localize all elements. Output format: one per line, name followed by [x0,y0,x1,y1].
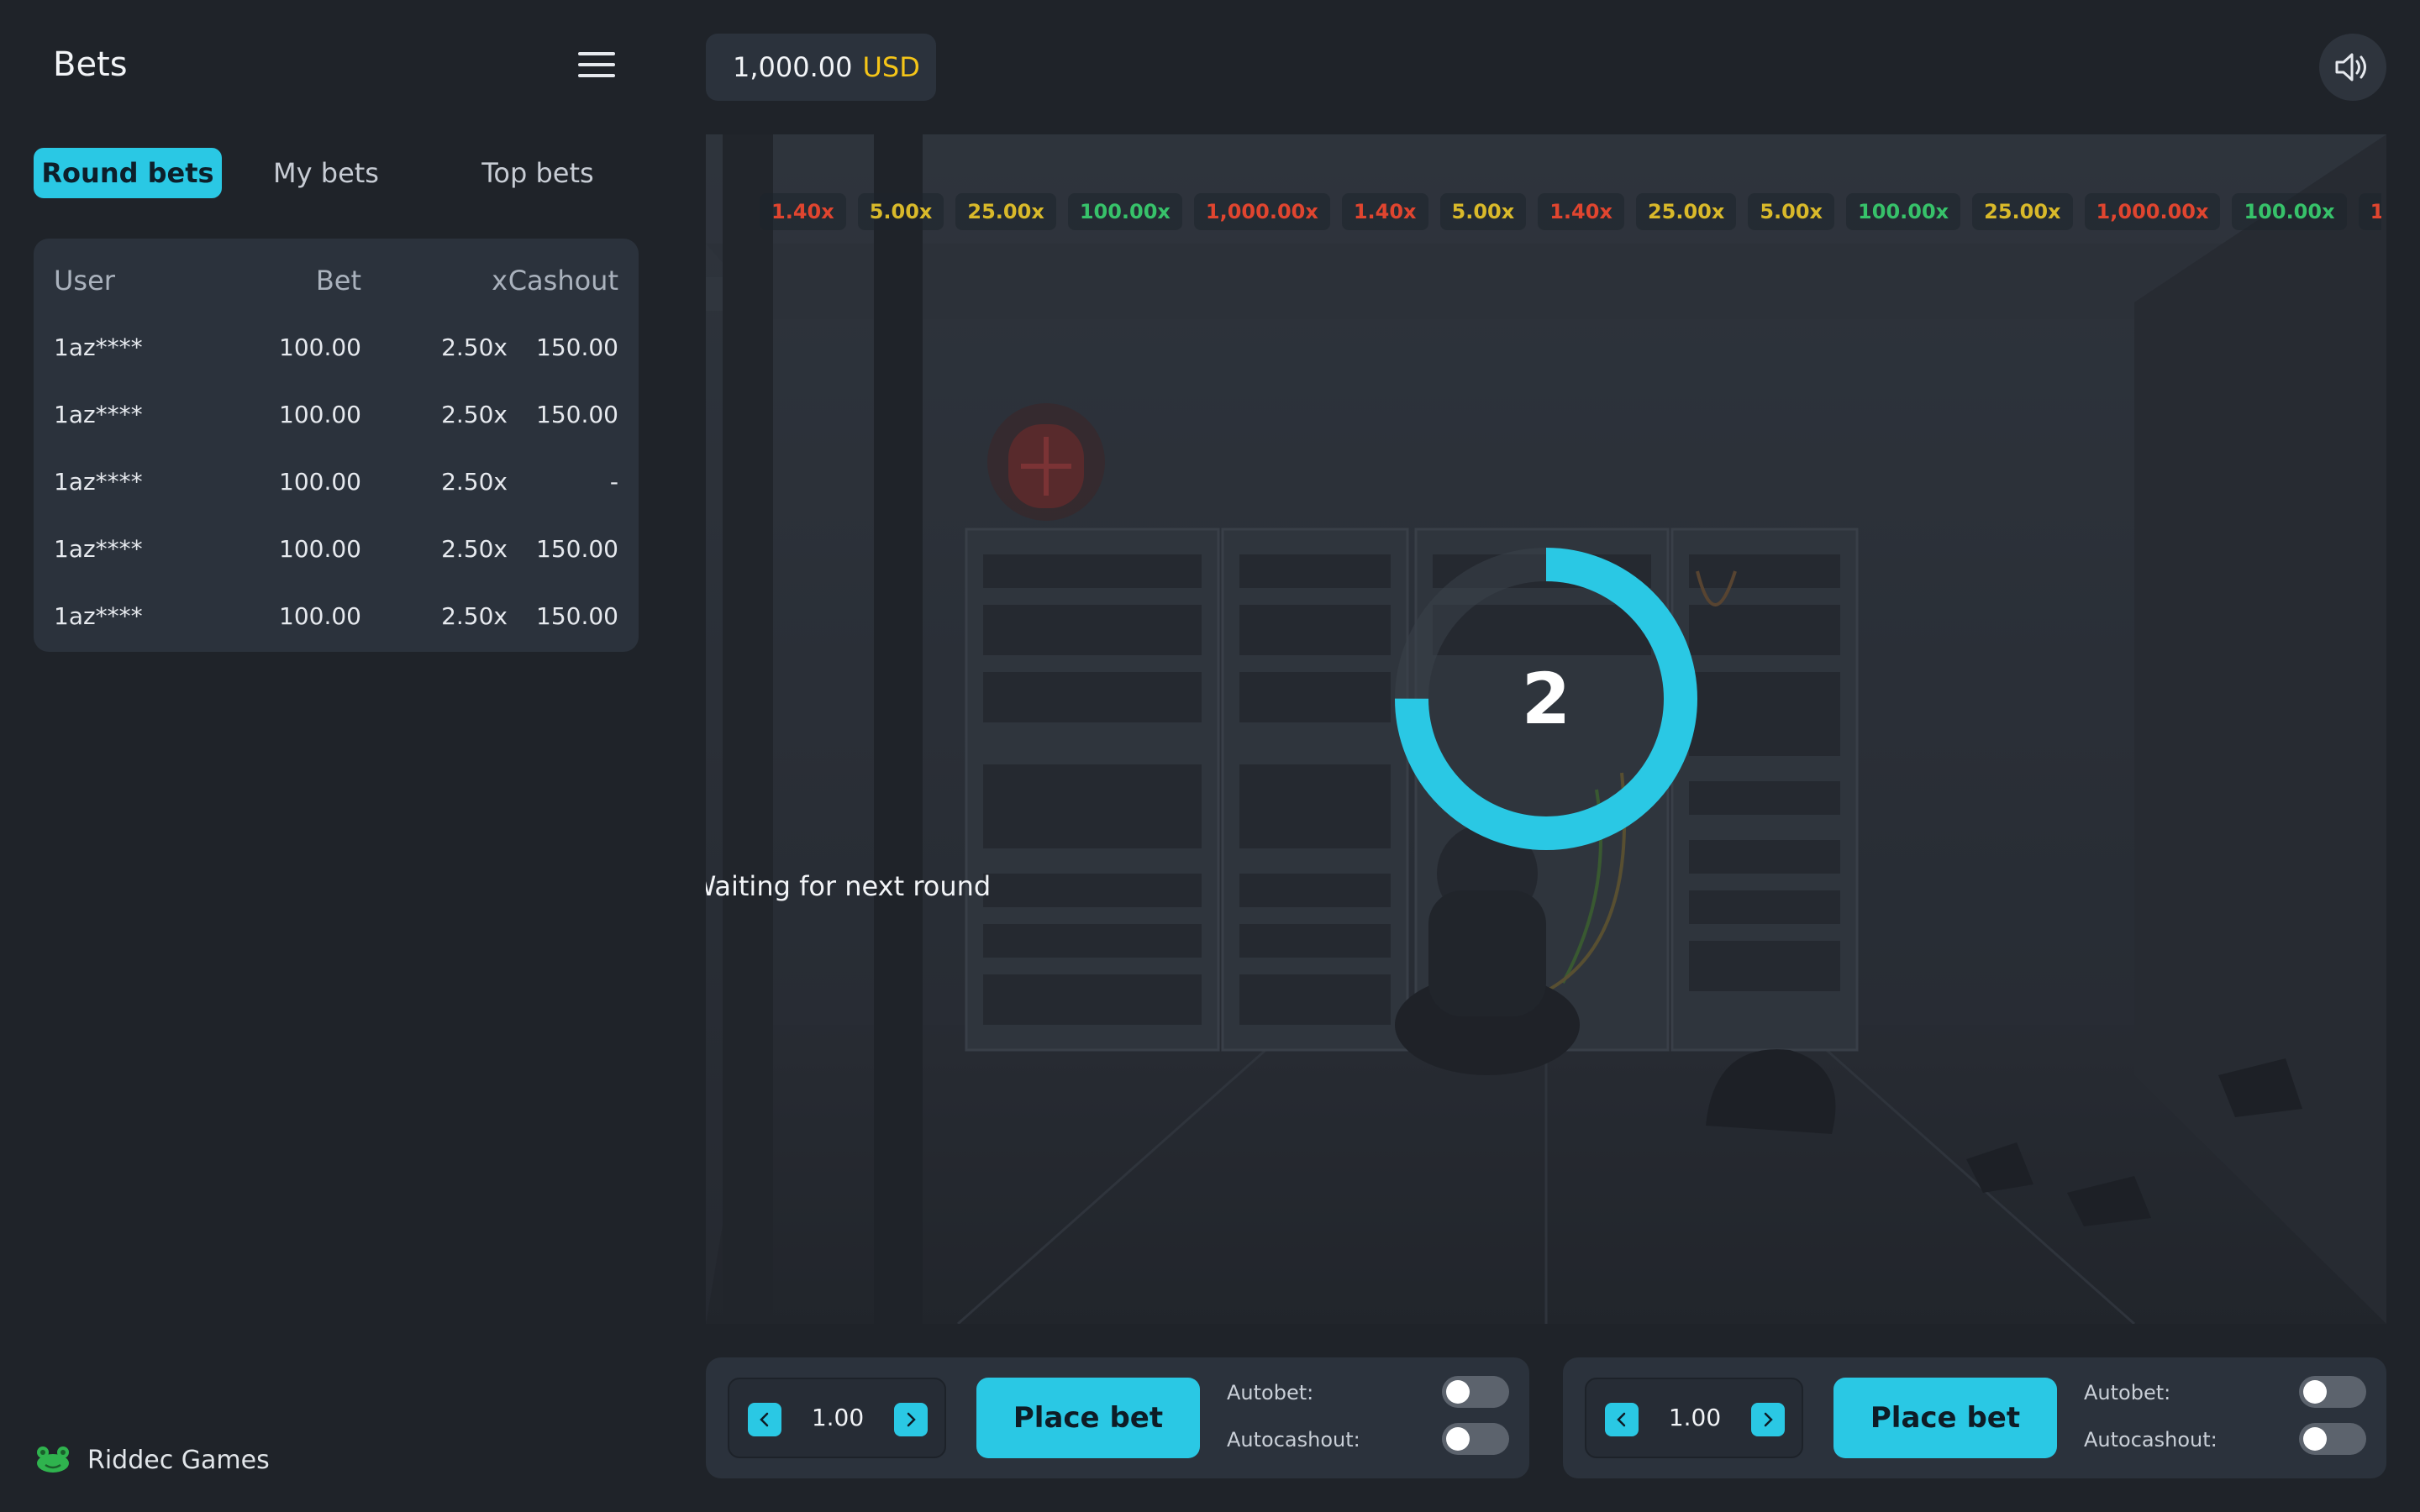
row-cashout: 150.00 [536,535,618,563]
bet-panel-2: Place bet Autobet: Autocashout: [1563,1357,2386,1478]
hamburger-menu-icon[interactable] [578,52,615,77]
row-cashout: 150.00 [536,401,618,428]
row-cashout: 150.00 [536,602,618,630]
autobet-label: Autobet: [2084,1381,2171,1404]
countdown-timer: 2 [1393,546,1699,852]
bet-panel-1: Place bet Autobet: Autocashout: [706,1357,1529,1478]
increase-bet-button[interactable] [894,1403,928,1436]
autocashout-label: Autocashout: [1227,1428,1360,1452]
history-multiplier-chip: 100.00x [2232,193,2347,230]
autobet-label: Autobet: [1227,1381,1314,1404]
history-multiplier-chip: 1.40x [1341,193,1428,230]
balance-amount: 1,000.00 [733,51,853,83]
row-bet: 100.00 [279,333,361,361]
history-multiplier-chip: 1.40x [1538,193,1624,230]
autocashout-toggle[interactable] [2299,1423,2366,1455]
balance-currency: USD [862,51,920,83]
tab-top-bets[interactable]: Top bets [444,148,632,198]
history-multiplier-chip: 100.00x [1067,193,1182,230]
place-bet-button[interactable]: Place bet [1833,1378,2057,1458]
header-cashout: Cashout [508,265,618,297]
brand-name: Riddec Games [87,1445,270,1475]
bets-table: User Bet x Cashout 1az**** 100.00 2.50x … [34,239,639,652]
row-bet: 100.00 [279,535,361,563]
autocashout-toggle[interactable] [1442,1423,1509,1455]
row-bet: 100.00 [279,468,361,496]
countdown-number: 2 [1521,658,1571,740]
table-row: 1az**** 100.00 2.50x 150.00 [34,323,639,373]
bet-amount-input[interactable] [783,1379,892,1457]
header-bet: Bet [315,265,361,297]
bet-amount-stepper [728,1378,946,1458]
row-bet: 100.00 [279,602,361,630]
decrease-bet-button[interactable] [1605,1403,1639,1436]
history-multiplier-chip: 100.00x [1846,193,1961,230]
history-multiplier-chip: 25.00x [1972,193,2073,230]
place-bet-button[interactable]: Place bet [976,1378,1200,1458]
history-multiplier-chip: 1.40x [760,193,846,230]
bet-amount-stepper [1585,1378,1803,1458]
table-row: 1az**** 100.00 2.50x - [34,457,639,507]
row-cashout: 150.00 [536,333,618,361]
bets-table-header: User Bet x Cashout [34,255,639,306]
chevron-right-icon [1764,1412,1773,1427]
sidebar-title: Bets [53,45,128,84]
tab-my-bets[interactable]: My bets [242,148,410,198]
row-cashout: - [609,468,618,496]
row-bet: 100.00 [279,401,361,428]
history-multiplier-chip: 5.00x [1439,193,1527,230]
speaker-icon [2335,53,2366,81]
autobet-toggle[interactable] [2299,1376,2366,1408]
round-status-text: Waiting for next round [706,870,992,902]
history-multiplier-chip: 5.00x [1748,193,1835,230]
decrease-bet-button[interactable] [748,1403,781,1436]
history-multiplier-chip: 1,000.00x [1193,193,1330,230]
history-multiplier-chip: 25.00x [955,193,1056,230]
multiplier-history: 1.40x 5.00x 25.00x 100.00x 1,000.00x 1.40x 5.0… [760,193,2381,235]
table-row: 1az**** 100.00 2.50x 150.00 [34,591,639,642]
autobet-toggle[interactable] [1442,1376,1509,1408]
bet-amount-input[interactable] [1640,1379,1749,1457]
frog-logo-icon [37,1446,69,1473]
history-multiplier-chip: 1,000.00x [2084,193,2221,230]
bets-sidebar: Bets Round bets My bets Top bets User Be… [0,0,672,1512]
chevron-left-icon [1617,1412,1626,1427]
table-row: 1az**** 100.00 2.50x 150.00 [34,390,639,440]
increase-bet-button[interactable] [1751,1403,1785,1436]
history-multiplier-chip: 1,000.00x [2358,193,2381,230]
table-row: 1az**** 100.00 2.50x 150.00 [34,524,639,575]
chevron-left-icon [760,1412,769,1427]
tab-round-bets[interactable]: Round bets [34,148,222,198]
game-area: 1.40x 5.00x 25.00x 100.00x 1,000.00x 1.40x 5.0… [706,134,2386,1324]
history-multiplier-chip: 5.00x [857,193,944,230]
brand: Riddec Games [34,1443,270,1477]
history-multiplier-chip: 25.00x [1635,193,1737,230]
chevron-right-icon [907,1412,916,1427]
balance-display: 1,000.00 USD [706,34,936,101]
sound-toggle-button[interactable] [2319,34,2386,101]
bets-tabs: Round bets My bets Top bets [34,148,639,198]
autocashout-label: Autocashout: [2084,1428,2217,1452]
